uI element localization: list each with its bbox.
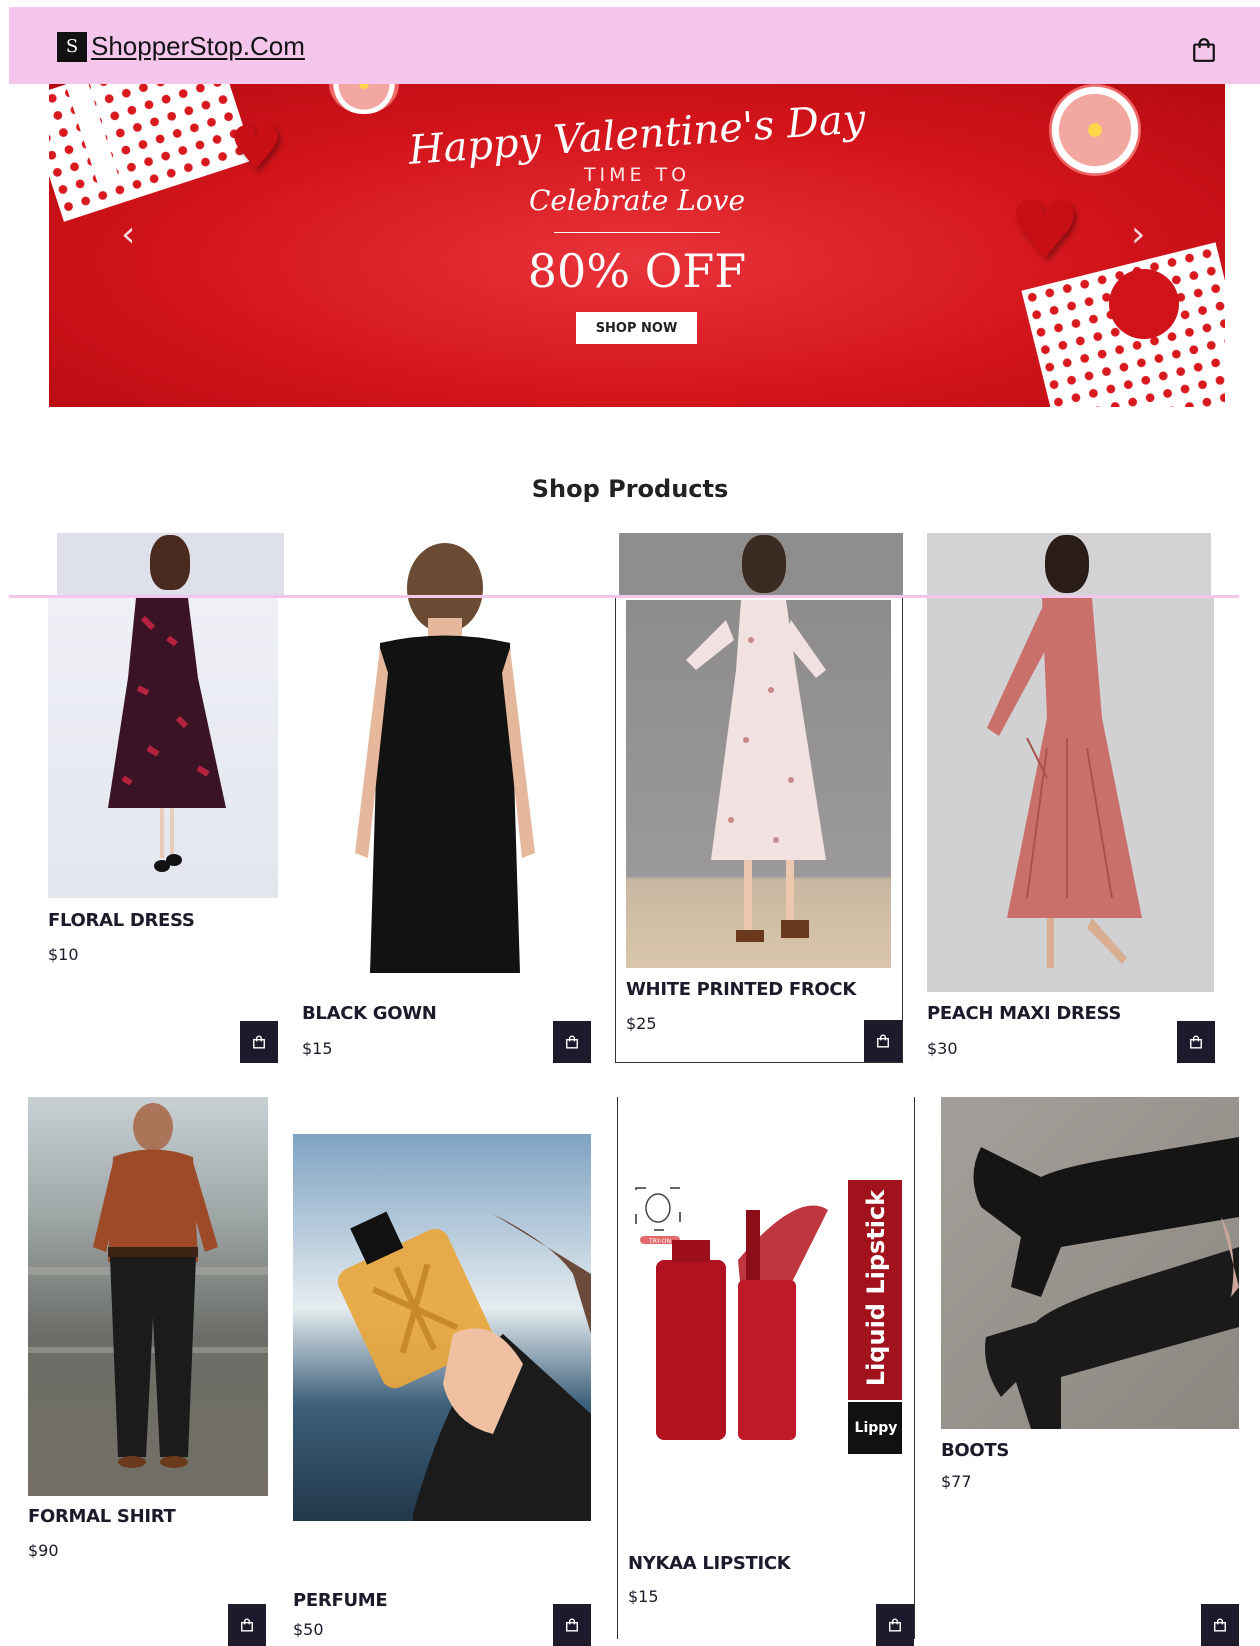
shopping-bag-icon	[877, 1034, 889, 1048]
lipstick-art-label: Liquid Lipstick	[862, 1189, 891, 1386]
model-head-1	[150, 535, 190, 590]
banner-subtitle-2: Celebrate Love	[528, 184, 746, 217]
banner-subtitle: TIME TO	[583, 164, 691, 186]
product-name: BOOTS	[941, 1440, 1010, 1461]
shopping-bag-icon	[566, 1035, 578, 1049]
logo-mark-icon: S	[57, 31, 87, 62]
shopping-bag-icon	[241, 1618, 253, 1632]
product-name: NYKAA LIPSTICK	[628, 1553, 791, 1574]
product-image-black-gown[interactable]	[300, 533, 590, 993]
try-on-badge: TRY-ON	[649, 1237, 671, 1245]
product-price: $77	[941, 1472, 972, 1491]
lipstick-tag: Lippy	[854, 1420, 898, 1436]
header-divider-line	[9, 595, 1239, 598]
shopping-bag-icon	[1190, 1035, 1202, 1049]
banner-offer: 80% OFF	[527, 244, 747, 298]
product-image-floral-dress-lower[interactable]	[48, 598, 278, 898]
product-name: PEACH MAXI DRESS	[927, 1003, 1122, 1024]
product-price: $25	[626, 1014, 657, 1033]
add-to-cart-button[interactable]	[553, 1604, 591, 1646]
product-price: $50	[293, 1620, 324, 1639]
add-to-cart-button[interactable]	[1177, 1021, 1215, 1063]
shopping-bag-icon	[566, 1618, 578, 1632]
product-price: $30	[927, 1039, 958, 1058]
product-price: $10	[48, 945, 79, 964]
product-image-perfume[interactable]	[293, 1134, 591, 1521]
shopping-bag-icon	[1214, 1618, 1226, 1632]
add-to-cart-button[interactable]	[1201, 1604, 1239, 1646]
top-navbar: S ShopperStop.Com	[9, 7, 1260, 84]
product-name: FLORAL DRESS	[48, 910, 195, 931]
hero-banner[interactable]: ♥ ♥ ‹ › Happy Valentine's Day TIME TO Ce…	[49, 84, 1225, 407]
product-name: BLACK GOWN	[302, 1003, 437, 1024]
product-name: PERFUME	[293, 1590, 388, 1611]
model-head-3	[742, 535, 786, 593]
product-price: $90	[28, 1541, 59, 1560]
banner-divider	[554, 232, 720, 233]
card-border-left	[617, 1097, 618, 1639]
add-to-cart-button[interactable]	[228, 1604, 266, 1646]
product-image-white-frock[interactable]	[626, 600, 891, 968]
brand-logo-link[interactable]: S ShopperStop.Com	[57, 31, 305, 62]
card-border-right	[914, 1097, 915, 1639]
product-image-peach-dress[interactable]	[927, 598, 1214, 992]
brand-name: ShopperStop.Com	[91, 31, 305, 61]
shopping-bag-icon[interactable]	[1191, 37, 1217, 63]
product-name: WHITE PRINTED FROCK	[626, 979, 856, 1000]
lipstick-label-vertical: Liquid Lipstick	[849, 1180, 903, 1395]
product-price: $15	[628, 1587, 659, 1606]
candle-left	[329, 84, 399, 114]
section-title: Shop Products	[531, 475, 729, 503]
product-image-boots[interactable]	[941, 1097, 1239, 1429]
shop-now-button[interactable]: SHOP NOW	[576, 312, 697, 344]
add-to-cart-button[interactable]	[864, 1020, 902, 1062]
shopping-bag-icon	[889, 1618, 901, 1632]
product-price: $15	[302, 1039, 333, 1058]
add-to-cart-button[interactable]	[553, 1021, 591, 1063]
shopping-bag-icon	[253, 1035, 265, 1049]
model-head-4	[1045, 535, 1089, 593]
product-image-formal-shirt[interactable]	[28, 1097, 268, 1496]
add-to-cart-button[interactable]	[240, 1021, 278, 1063]
add-to-cart-button[interactable]	[876, 1604, 914, 1646]
product-name: FORMAL SHIRT	[28, 1506, 176, 1527]
